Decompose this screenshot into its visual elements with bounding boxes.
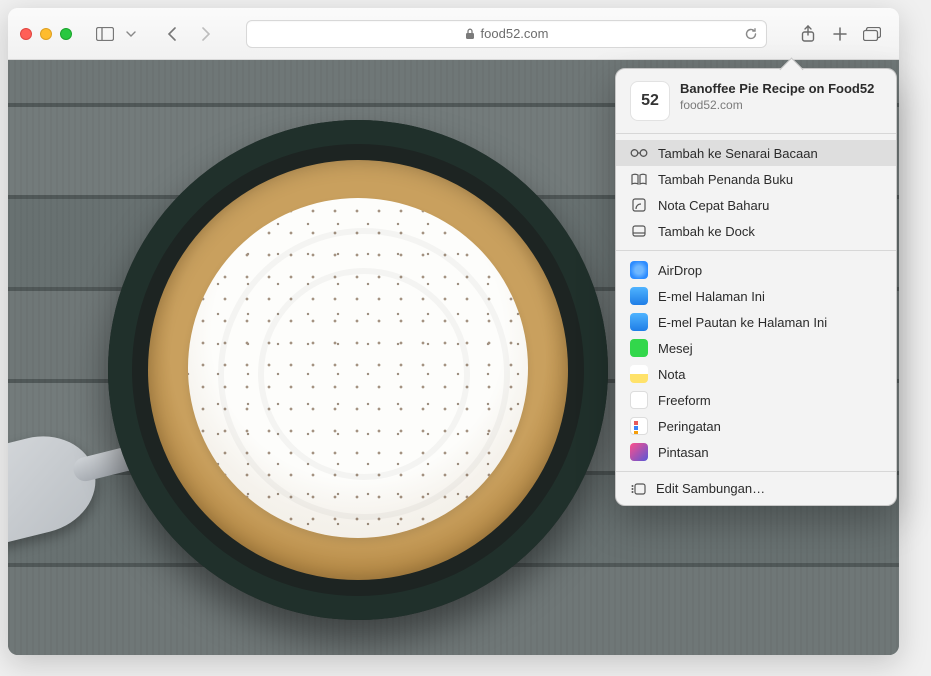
mail-icon (630, 313, 648, 331)
fullscreen-window-button[interactable] (60, 28, 72, 40)
share-item-label: Edit Sambungan… (656, 481, 765, 496)
minimize-window-button[interactable] (40, 28, 52, 40)
share-popover: 52 Banoffee Pie Recipe on Food52 food52.… (615, 68, 897, 506)
share-item-label: AirDrop (658, 263, 702, 278)
share-subtitle: food52.com (680, 98, 874, 112)
titlebar: food52.com (8, 8, 899, 60)
share-item-label: Tambah ke Dock (658, 224, 755, 239)
glasses-icon (630, 144, 648, 162)
tab-overview-button[interactable] (857, 21, 887, 47)
share-item-freeform[interactable]: Freeform (616, 387, 896, 413)
edit-extensions-icon (630, 483, 646, 495)
share-item-label: Mesej (658, 341, 693, 356)
airdrop-icon (630, 261, 648, 279)
divider (616, 133, 896, 134)
sidebar-menu-chevron-icon[interactable] (122, 21, 140, 47)
share-button[interactable] (793, 21, 823, 47)
close-window-button[interactable] (20, 28, 32, 40)
share-item-messages[interactable]: Mesej (616, 335, 896, 361)
share-system-actions: Tambah ke Senarai Bacaan Tambah Penanda … (616, 136, 896, 248)
share-item-notes[interactable]: Nota (616, 361, 896, 387)
divider (616, 471, 896, 472)
share-item-label: Peringatan (658, 419, 721, 434)
back-button[interactable] (158, 21, 188, 47)
freeform-icon (630, 391, 648, 409)
book-icon (630, 170, 648, 188)
divider (616, 250, 896, 251)
reminders-icon (630, 417, 648, 435)
share-header: 52 Banoffee Pie Recipe on Food52 food52.… (616, 69, 896, 131)
share-item-label: Nota Cepat Baharu (658, 198, 769, 213)
safari-window: food52.com (8, 8, 899, 655)
address-bar[interactable]: food52.com (246, 20, 767, 48)
share-item-label: E-mel Pautan ke Halaman Ini (658, 315, 827, 330)
share-item-label: E-mel Halaman Ini (658, 289, 765, 304)
quick-note-icon (630, 196, 648, 214)
mail-icon (630, 287, 648, 305)
share-item-label: Tambah ke Senarai Bacaan (658, 146, 818, 161)
shortcuts-icon (630, 443, 648, 461)
share-item-add-to-dock[interactable]: Tambah ke Dock (616, 218, 896, 244)
share-item-reading-list[interactable]: Tambah ke Senarai Bacaan (616, 140, 896, 166)
share-item-bookmark[interactable]: Tambah Penanda Buku (616, 166, 896, 192)
pie-plate (108, 120, 608, 620)
share-item-email-page[interactable]: E-mel Halaman Ini (616, 283, 896, 309)
messages-icon (630, 339, 648, 357)
sidebar-toggle-button[interactable] (90, 21, 120, 47)
dock-icon (630, 222, 648, 240)
notes-icon (630, 365, 648, 383)
share-title: Banoffee Pie Recipe on Food52 (680, 81, 874, 97)
share-item-label: Nota (658, 367, 685, 382)
window-controls (20, 28, 72, 40)
reload-button[interactable] (744, 27, 758, 41)
share-item-airdrop[interactable]: AirDrop (616, 257, 896, 283)
share-favicon: 52 (630, 81, 670, 121)
forward-button[interactable] (190, 21, 220, 47)
lock-icon (465, 28, 475, 40)
share-item-label: Pintasan (658, 445, 709, 460)
share-item-email-link[interactable]: E-mel Pautan ke Halaman Ini (616, 309, 896, 335)
share-item-label: Tambah Penanda Buku (658, 172, 793, 187)
share-app-actions: AirDrop E-mel Halaman Ini E-mel Pautan k… (616, 253, 896, 469)
address-bar-domain: food52.com (481, 26, 549, 41)
share-item-label: Freeform (658, 393, 711, 408)
share-item-quick-note[interactable]: Nota Cepat Baharu (616, 192, 896, 218)
share-item-shortcuts[interactable]: Pintasan (616, 439, 896, 465)
share-item-reminders[interactable]: Peringatan (616, 413, 896, 439)
share-item-edit-extensions[interactable]: Edit Sambungan… (616, 474, 896, 505)
new-tab-button[interactable] (825, 21, 855, 47)
